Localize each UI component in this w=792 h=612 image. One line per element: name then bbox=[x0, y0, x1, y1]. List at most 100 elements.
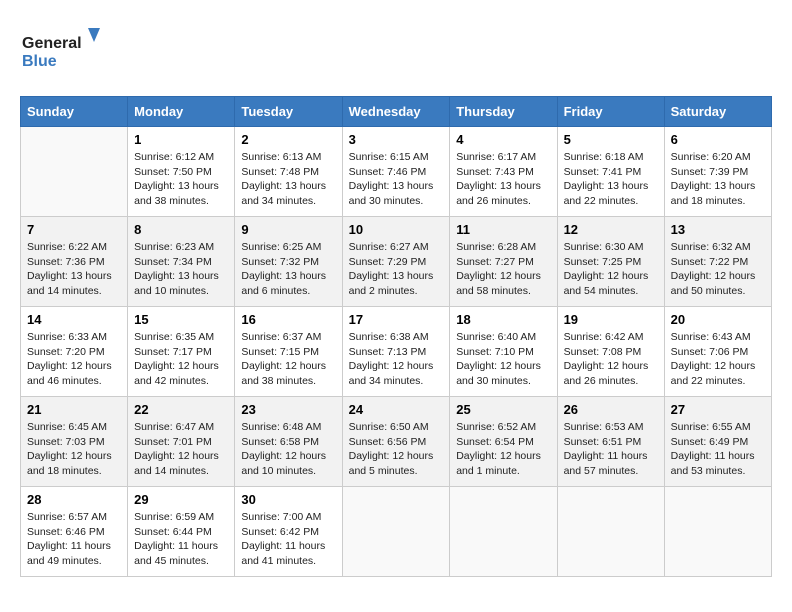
day-number: 12 bbox=[564, 222, 658, 237]
day-number: 22 bbox=[134, 402, 228, 417]
day-number: 2 bbox=[241, 132, 335, 147]
calendar-day-cell: 2 Sunrise: 6:13 AMSunset: 7:48 PMDaylight… bbox=[235, 127, 342, 217]
day-info: Sunrise: 6:20 AMSunset: 7:39 PMDaylight:… bbox=[671, 150, 765, 209]
day-number: 16 bbox=[241, 312, 335, 327]
day-number: 28 bbox=[27, 492, 121, 507]
day-number: 3 bbox=[349, 132, 444, 147]
day-info: Sunrise: 7:00 AMSunset: 6:42 PMDaylight:… bbox=[241, 510, 335, 569]
calendar-day-cell: 13Sunrise: 6:32 AMSunset: 7:22 PMDayligh… bbox=[664, 217, 771, 307]
day-number: 18 bbox=[456, 312, 550, 327]
calendar-day-cell: 23 Sunrise: 6:48 AMSunset: 6:58 PMDayligh… bbox=[235, 397, 342, 487]
day-info: Sunrise: 6:43 AMSunset: 7:06 PMDaylight:… bbox=[671, 330, 765, 389]
calendar-day-cell: 7 Sunrise: 6:22 AMSunset: 7:36 PMDaylight… bbox=[21, 217, 128, 307]
calendar-day-cell: 4 Sunrise: 6:17 AMSunset: 7:43 PMDaylight… bbox=[450, 127, 557, 217]
calendar-day-cell: 11Sunrise: 6:28 AMSunset: 7:27 PMDayligh… bbox=[450, 217, 557, 307]
day-number: 26 bbox=[564, 402, 658, 417]
page-header: General Blue bbox=[20, 20, 772, 80]
calendar-day-cell: 5Sunrise: 6:18 AMSunset: 7:41 PMDaylight… bbox=[557, 127, 664, 217]
day-number: 24 bbox=[349, 402, 444, 417]
calendar-week-row: 28Sunrise: 6:57 AMSunset: 6:46 PMDayligh… bbox=[21, 487, 772, 577]
calendar-day-cell: 8Sunrise: 6:23 AMSunset: 7:34 PMDaylight… bbox=[128, 217, 235, 307]
day-number: 15 bbox=[134, 312, 228, 327]
day-info: Sunrise: 6:15 AMSunset: 7:46 PMDaylight:… bbox=[349, 150, 444, 209]
day-number: 23 bbox=[241, 402, 335, 417]
calendar-day-cell: 9 Sunrise: 6:25 AMSunset: 7:32 PMDaylight… bbox=[235, 217, 342, 307]
day-number: 13 bbox=[671, 222, 765, 237]
calendar-day-cell: 12 Sunrise: 6:30 AMSunset: 7:25 PMDayligh… bbox=[557, 217, 664, 307]
calendar-day-cell: 24 Sunrise: 6:50 AMSunset: 6:56 PMDayligh… bbox=[342, 397, 450, 487]
weekday-header-sunday: Sunday bbox=[21, 97, 128, 127]
calendar-week-row: 7 Sunrise: 6:22 AMSunset: 7:36 PMDaylight… bbox=[21, 217, 772, 307]
day-number: 7 bbox=[27, 222, 121, 237]
day-info: Sunrise: 6:52 AMSunset: 6:54 PMDaylight:… bbox=[456, 420, 550, 479]
svg-text:Blue: Blue bbox=[22, 53, 57, 70]
day-info: Sunrise: 6:13 AMSunset: 7:48 PMDaylight:… bbox=[241, 150, 335, 209]
calendar-day-cell: 21 Sunrise: 6:45 AMSunset: 7:03 PMDayligh… bbox=[21, 397, 128, 487]
calendar-day-cell: 16 Sunrise: 6:37 AMSunset: 7:15 PMDayligh… bbox=[235, 307, 342, 397]
day-info: Sunrise: 6:22 AMSunset: 7:36 PMDaylight:… bbox=[27, 240, 121, 299]
day-number: 5 bbox=[564, 132, 658, 147]
day-number: 10 bbox=[349, 222, 444, 237]
day-info: Sunrise: 6:59 AMSunset: 6:44 PMDaylight:… bbox=[134, 510, 228, 569]
day-info: Sunrise: 6:35 AMSunset: 7:17 PMDaylight:… bbox=[134, 330, 228, 389]
day-info: Sunrise: 6:48 AMSunset: 6:58 PMDaylight:… bbox=[241, 420, 335, 479]
day-number: 29 bbox=[134, 492, 228, 507]
calendar-day-cell bbox=[664, 487, 771, 577]
day-info: Sunrise: 6:42 AMSunset: 7:08 PMDaylight:… bbox=[564, 330, 658, 389]
day-number: 6 bbox=[671, 132, 765, 147]
day-number: 21 bbox=[27, 402, 121, 417]
day-info: Sunrise: 6:12 AMSunset: 7:50 PMDaylight:… bbox=[134, 150, 228, 209]
day-number: 19 bbox=[564, 312, 658, 327]
day-info: Sunrise: 6:45 AMSunset: 7:03 PMDaylight:… bbox=[27, 420, 121, 479]
calendar-day-cell: 27Sunrise: 6:55 AMSunset: 6:49 PMDayligh… bbox=[664, 397, 771, 487]
day-info: Sunrise: 6:33 AMSunset: 7:20 PMDaylight:… bbox=[27, 330, 121, 389]
day-number: 9 bbox=[241, 222, 335, 237]
calendar-week-row: 1 Sunrise: 6:12 AMSunset: 7:50 PMDaylight… bbox=[21, 127, 772, 217]
logo-svg: General Blue bbox=[20, 20, 110, 75]
weekday-header-tuesday: Tuesday bbox=[235, 97, 342, 127]
day-info: Sunrise: 6:28 AMSunset: 7:27 PMDaylight:… bbox=[456, 240, 550, 299]
day-info: Sunrise: 6:27 AMSunset: 7:29 PMDaylight:… bbox=[349, 240, 444, 299]
svg-text:General: General bbox=[22, 35, 82, 52]
calendar-day-cell: 26Sunrise: 6:53 AMSunset: 6:51 PMDayligh… bbox=[557, 397, 664, 487]
day-info: Sunrise: 6:40 AMSunset: 7:10 PMDaylight:… bbox=[456, 330, 550, 389]
weekday-header-monday: Monday bbox=[128, 97, 235, 127]
day-info: Sunrise: 6:17 AMSunset: 7:43 PMDaylight:… bbox=[456, 150, 550, 209]
day-number: 1 bbox=[134, 132, 228, 147]
day-info: Sunrise: 6:55 AMSunset: 6:49 PMDaylight:… bbox=[671, 420, 765, 479]
day-number: 14 bbox=[27, 312, 121, 327]
calendar-day-cell: 30Sunrise: 7:00 AMSunset: 6:42 PMDayligh… bbox=[235, 487, 342, 577]
logo: General Blue bbox=[20, 20, 110, 80]
calendar-day-cell bbox=[557, 487, 664, 577]
calendar-day-cell: 17Sunrise: 6:38 AMSunset: 7:13 PMDayligh… bbox=[342, 307, 450, 397]
calendar-day-cell: 20Sunrise: 6:43 AMSunset: 7:06 PMDayligh… bbox=[664, 307, 771, 397]
calendar-day-cell: 6 Sunrise: 6:20 AMSunset: 7:39 PMDaylight… bbox=[664, 127, 771, 217]
calendar-day-cell: 14 Sunrise: 6:33 AMSunset: 7:20 PMDayligh… bbox=[21, 307, 128, 397]
weekday-header-thursday: Thursday bbox=[450, 97, 557, 127]
calendar-day-cell bbox=[342, 487, 450, 577]
day-info: Sunrise: 6:30 AMSunset: 7:25 PMDaylight:… bbox=[564, 240, 658, 299]
day-number: 25 bbox=[456, 402, 550, 417]
day-info: Sunrise: 6:25 AMSunset: 7:32 PMDaylight:… bbox=[241, 240, 335, 299]
calendar-day-cell: 18 Sunrise: 6:40 AMSunset: 7:10 PMDayligh… bbox=[450, 307, 557, 397]
calendar-day-cell bbox=[21, 127, 128, 217]
calendar-day-cell: 1 Sunrise: 6:12 AMSunset: 7:50 PMDaylight… bbox=[128, 127, 235, 217]
calendar-day-cell: 22 Sunrise: 6:47 AMSunset: 7:01 PMDayligh… bbox=[128, 397, 235, 487]
day-info: Sunrise: 6:47 AMSunset: 7:01 PMDaylight:… bbox=[134, 420, 228, 479]
weekday-header-saturday: Saturday bbox=[664, 97, 771, 127]
calendar-day-cell: 15 Sunrise: 6:35 AMSunset: 7:17 PMDayligh… bbox=[128, 307, 235, 397]
weekday-header-friday: Friday bbox=[557, 97, 664, 127]
calendar-day-cell: 28Sunrise: 6:57 AMSunset: 6:46 PMDayligh… bbox=[21, 487, 128, 577]
day-info: Sunrise: 6:50 AMSunset: 6:56 PMDaylight:… bbox=[349, 420, 444, 479]
calendar-day-cell bbox=[450, 487, 557, 577]
day-number: 4 bbox=[456, 132, 550, 147]
calendar-week-row: 21 Sunrise: 6:45 AMSunset: 7:03 PMDayligh… bbox=[21, 397, 772, 487]
calendar-day-cell: 29 Sunrise: 6:59 AMSunset: 6:44 PMDayligh… bbox=[128, 487, 235, 577]
calendar-day-cell: 19 Sunrise: 6:42 AMSunset: 7:08 PMDayligh… bbox=[557, 307, 664, 397]
calendar-day-cell: 3 Sunrise: 6:15 AMSunset: 7:46 PMDaylight… bbox=[342, 127, 450, 217]
day-info: Sunrise: 6:38 AMSunset: 7:13 PMDaylight:… bbox=[349, 330, 444, 389]
day-info: Sunrise: 6:37 AMSunset: 7:15 PMDaylight:… bbox=[241, 330, 335, 389]
calendar-table: SundayMondayTuesdayWednesdayThursdayFrid… bbox=[20, 96, 772, 577]
calendar-week-row: 14 Sunrise: 6:33 AMSunset: 7:20 PMDayligh… bbox=[21, 307, 772, 397]
day-info: Sunrise: 6:23 AMSunset: 7:34 PMDaylight:… bbox=[134, 240, 228, 299]
